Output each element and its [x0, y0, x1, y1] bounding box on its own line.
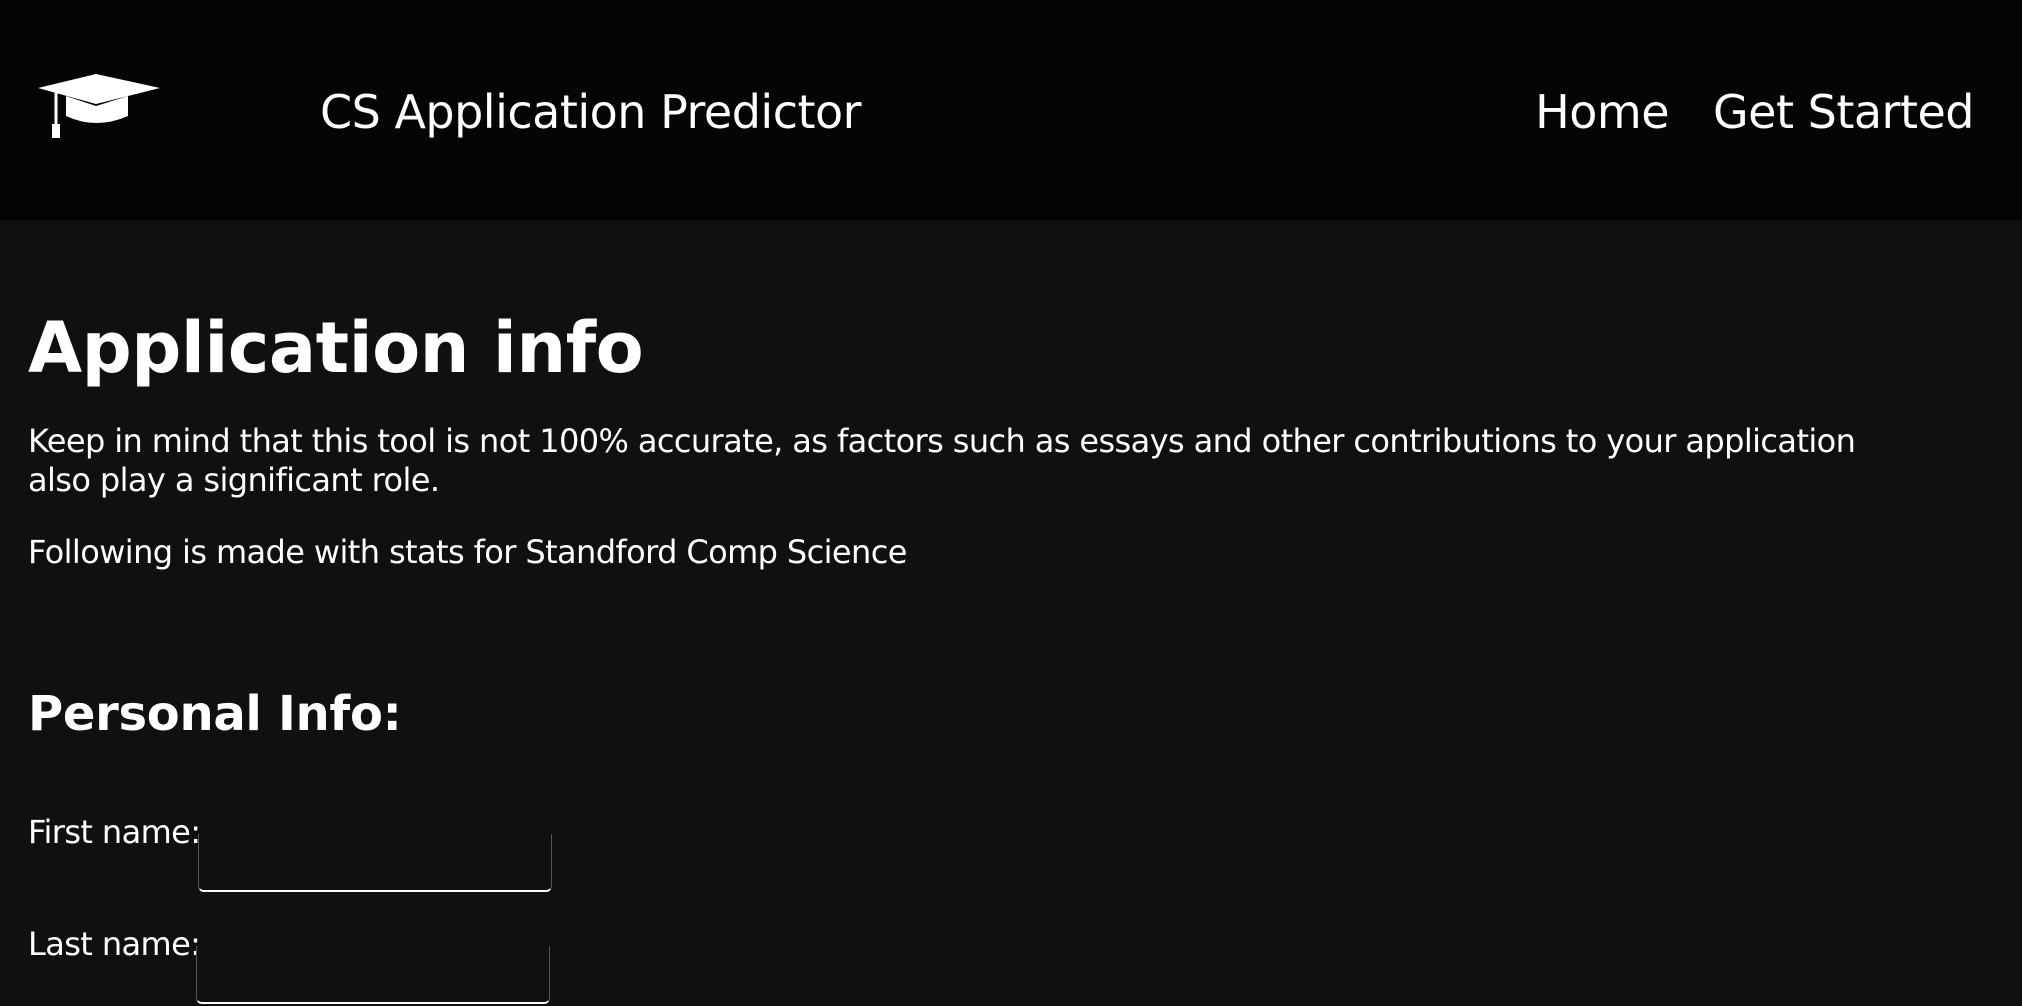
page-title: Application info [28, 307, 644, 389]
last-name-input[interactable] [196, 946, 550, 1004]
brand-title: CS Application Predictor [320, 85, 862, 139]
first-name-input[interactable] [198, 834, 552, 892]
personal-info-heading: Personal Info: [28, 686, 402, 742]
top-navbar: CS Application Predictor Home Get Starte… [0, 0, 2022, 220]
last-name-label: Last name: [28, 925, 201, 963]
accuracy-disclaimer: Keep in mind that this tool is not 100% … [28, 422, 1856, 499]
nav-home-link[interactable]: Home [1535, 84, 1669, 140]
stats-source-note: Following is made with stats for Standfo… [28, 533, 907, 571]
first-name-label: First name: [28, 813, 201, 851]
graduation-cap-icon[interactable] [38, 74, 160, 140]
nav-get-started-link[interactable]: Get Started [1713, 84, 1974, 140]
nav-links: Home Get Started [1535, 84, 1974, 140]
